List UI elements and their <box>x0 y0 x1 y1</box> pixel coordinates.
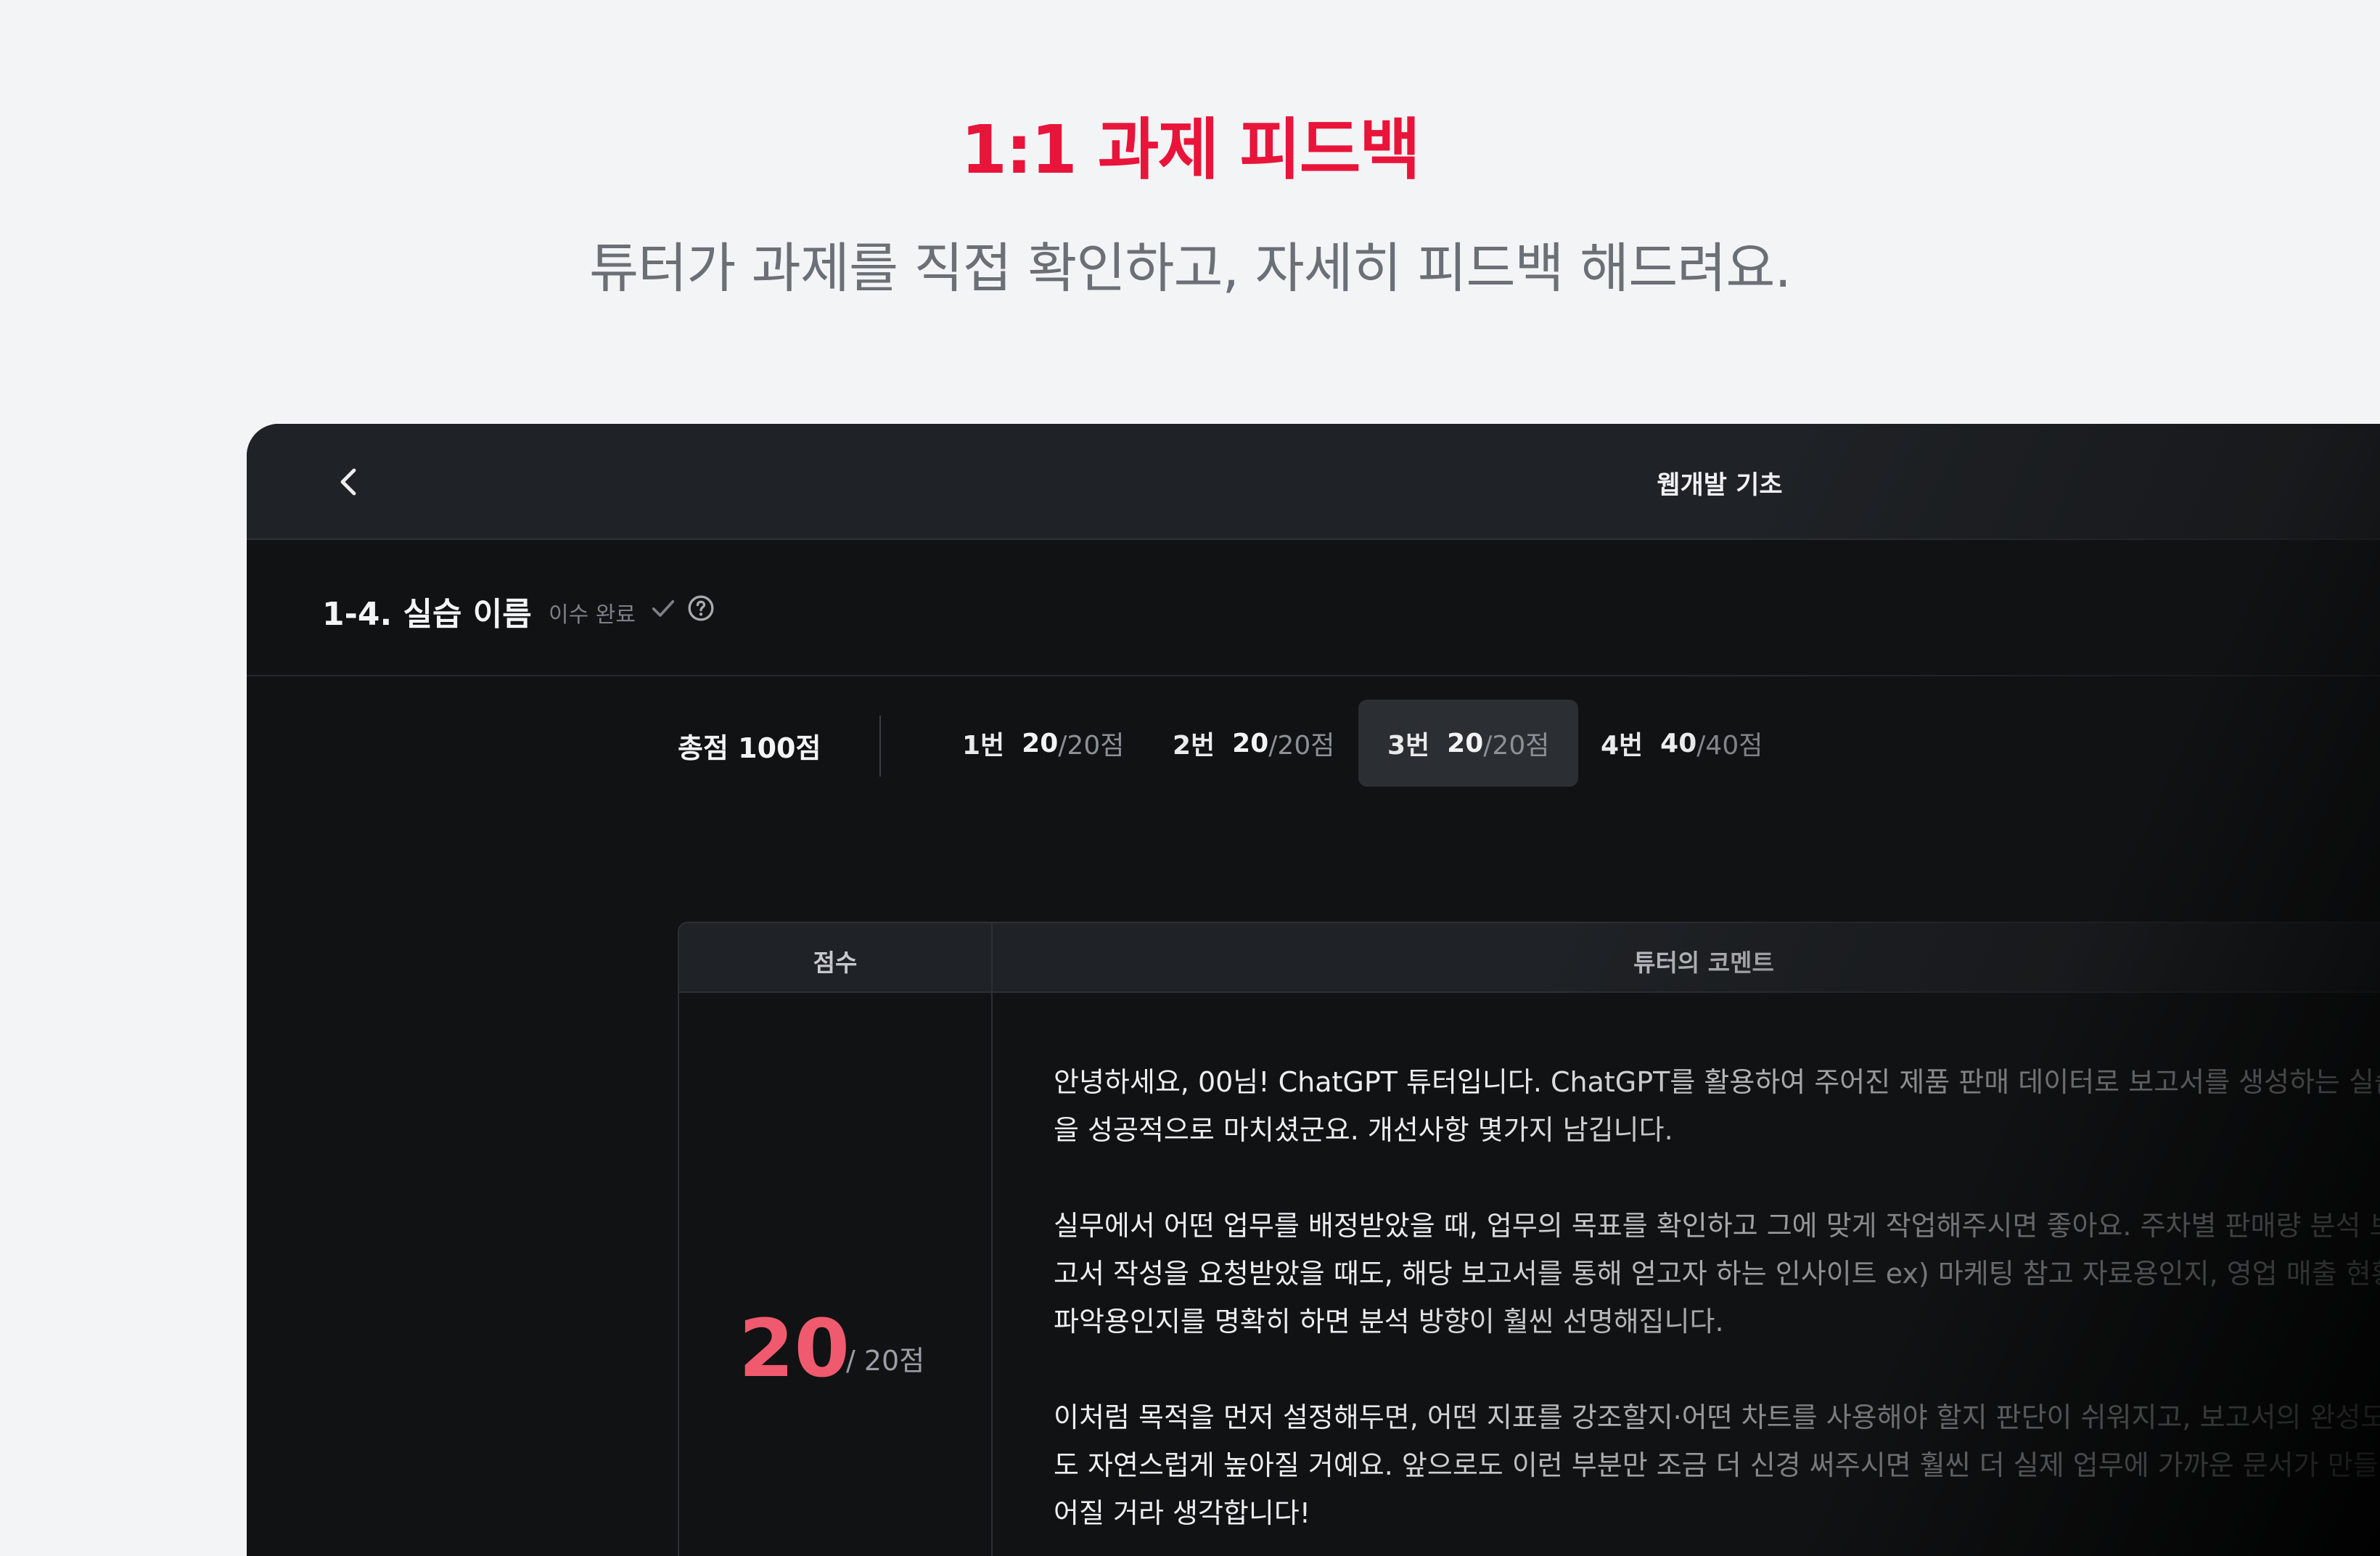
course-title: 웹개발 기초 <box>1657 471 1783 500</box>
question-circle-icon[interactable] <box>686 594 715 623</box>
tab-score: 40 <box>1660 728 1697 758</box>
lesson-header: 1-4. 실습 이름 이수 완료 <box>247 541 2380 676</box>
comment-cell: 안녕하세요, 00님! ChatGPT 튜터입니다. ChatGPT를 활용하여… <box>993 994 2380 1556</box>
completion-status: 이수 완료 <box>549 602 636 628</box>
table-header: 점수 튜터의 코멘트 <box>679 923 2380 993</box>
lesson-title: 1-4. 실습 이름 <box>322 596 532 633</box>
tab-score: 20 <box>1232 728 1269 758</box>
comment-paragraph: 실무에서 어떤 업무를 배정받았을 때, 업무의 목표를 확인하고 그에 맞게 … <box>1054 1210 2380 1338</box>
tab-label: 3번 <box>1387 731 1430 761</box>
divider <box>879 716 881 777</box>
tab-max: /20점 <box>1483 731 1550 761</box>
headline: 1:1 과제 피드백 <box>960 111 1421 189</box>
score-cell: 20 / 20점 <box>679 994 991 1556</box>
header-comment: 튜터의 코멘트 <box>1633 949 1774 977</box>
tab-question-2[interactable]: 2번 20/20점 <box>1144 700 1363 787</box>
score-bar: 총점 100점 1번 20/20점 2번 20/20점 3번 20/20점 4번… <box>247 678 2380 816</box>
app-window: 웹개발 기초 1-4. 실습 이름 이수 완료 총점 100점 1번 20/20… <box>247 424 2380 1556</box>
tab-label: 4번 <box>1601 731 1644 761</box>
comment-paragraph: 이처럼 목적을 먼저 설정해두면, 어떤 지표를 강조할지·어떤 차트를 사용해… <box>1054 1401 2380 1529</box>
check-icon <box>652 600 675 617</box>
tab-label: 2번 <box>1173 731 1215 761</box>
top-bar: 웹개발 기초 <box>247 424 2380 540</box>
subheadline: 튜터가 과제를 직접 확인하고, 자세히 피드백 해드려요. <box>589 237 1792 300</box>
header-score: 점수 <box>813 949 858 977</box>
comment-paragraph: 안녕하세요, 00님! ChatGPT 튜터입니다. ChatGPT를 활용하여… <box>1054 1066 2380 1146</box>
score-max: / 20점 <box>846 1345 925 1377</box>
tab-question-3[interactable]: 3번 20/20점 <box>1358 700 1579 787</box>
tab-score: 20 <box>1447 728 1484 758</box>
tab-question-4[interactable]: 4번 40/40점 <box>1572 700 1792 787</box>
tab-max: /20점 <box>1058 731 1125 761</box>
score-value: 20 <box>739 1302 850 1395</box>
tab-max: /20점 <box>1268 731 1335 761</box>
tab-label: 1번 <box>962 731 1005 761</box>
total-score: 총점 100점 <box>678 732 821 764</box>
chevron-left-icon[interactable] <box>332 464 367 499</box>
tab-question-1[interactable]: 1번 20/20점 <box>933 700 1153 787</box>
tab-score: 20 <box>1022 728 1059 758</box>
feedback-table: 점수 튜터의 코멘트 20 / 20점 안녕하세요, 00님! ChatGPT … <box>678 922 2380 1556</box>
tab-max: /40점 <box>1696 731 1763 761</box>
